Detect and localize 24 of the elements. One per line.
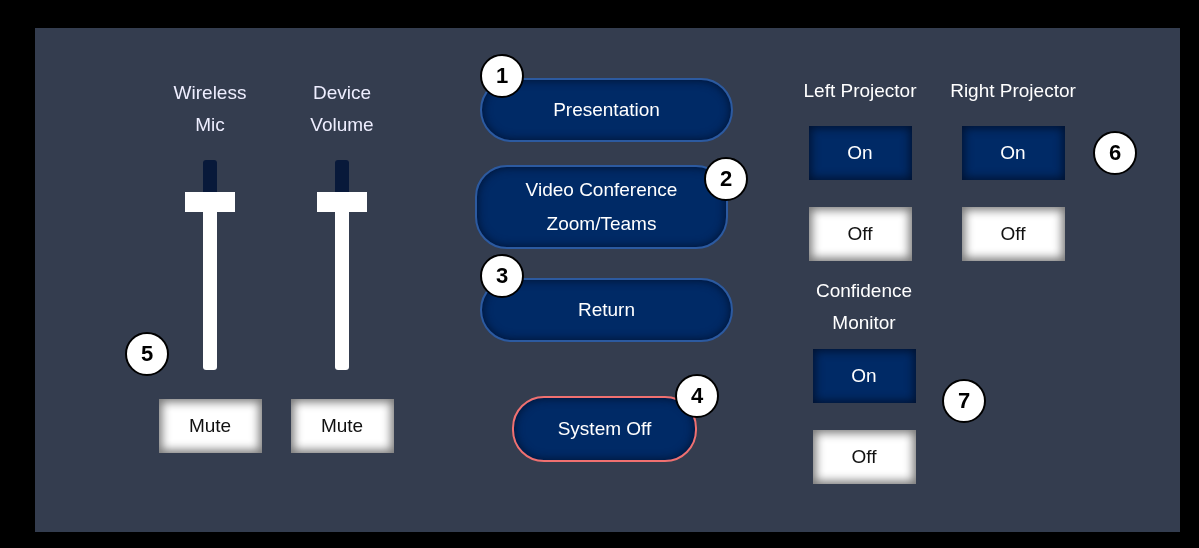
mute-button[interactable]: Mute (158, 399, 262, 453)
projector-label: Left Projector (803, 79, 917, 103)
power-button[interactable]: Off (812, 430, 916, 484)
volume-slider[interactable] (317, 160, 367, 370)
power-button[interactable]: Off (808, 207, 912, 261)
slider-label: Wireless Mic (172, 81, 248, 137)
callout-number: 1 (480, 54, 524, 98)
callout-number: 7 (942, 379, 986, 423)
power-button[interactable]: On (808, 126, 912, 180)
volume-slider[interactable] (185, 160, 235, 370)
slider-thumb[interactable] (185, 192, 235, 212)
callout-number: 3 (480, 254, 524, 298)
projector-label: Right Projector (950, 79, 1076, 103)
callout-number: 5 (125, 332, 169, 376)
slider-thumb[interactable] (317, 192, 367, 212)
mute-button[interactable]: Mute (290, 399, 394, 453)
power-button[interactable]: On (812, 349, 916, 403)
callout-number: 4 (675, 374, 719, 418)
power-button[interactable]: Off (961, 207, 1065, 261)
callout-number: 2 (704, 157, 748, 201)
power-button[interactable]: On (961, 126, 1065, 180)
slider-label: Device Volume (309, 81, 375, 137)
callout-number: 6 (1093, 131, 1137, 175)
monitor-label: Confidence Monitor (814, 279, 914, 335)
